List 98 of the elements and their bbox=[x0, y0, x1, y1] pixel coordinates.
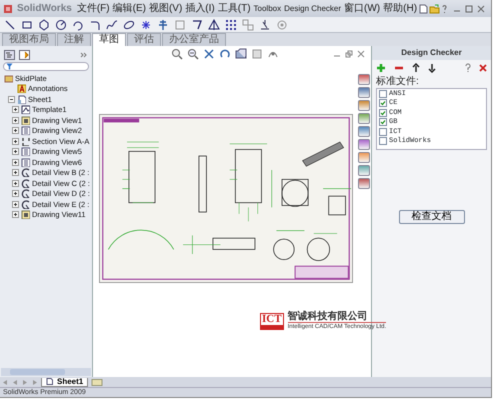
app-logo-icon bbox=[3, 4, 13, 14]
section-label: 标准文件: bbox=[375, 76, 420, 88]
command-tab[interactable]: 评估 bbox=[127, 33, 161, 46]
template-icon bbox=[21, 105, 30, 114]
checkbox[interactable] bbox=[379, 108, 387, 117]
restore-icon[interactable] bbox=[345, 50, 353, 58]
arc-icon[interactable] bbox=[72, 18, 84, 30]
menu-item[interactable]: 帮助(H) bbox=[382, 4, 418, 14]
task-pane-tab[interactable] bbox=[358, 87, 370, 98]
fillet-icon[interactable] bbox=[89, 18, 101, 30]
drawing-view-icon bbox=[21, 116, 30, 125]
filter-field[interactable] bbox=[3, 62, 89, 71]
help-icon[interactable] bbox=[441, 4, 448, 14]
dimension-icon[interactable] bbox=[259, 18, 271, 30]
task-pane-tab[interactable] bbox=[358, 126, 370, 137]
expand-toggle[interactable] bbox=[12, 211, 19, 218]
filter-icon bbox=[6, 63, 13, 70]
drawing-view-icon bbox=[21, 126, 30, 136]
task-pane-tab[interactable] bbox=[358, 100, 370, 111]
detail-view-icon bbox=[21, 178, 30, 188]
checkbox[interactable] bbox=[379, 99, 387, 108]
sheet-icon bbox=[17, 94, 26, 104]
rotate-icon[interactable] bbox=[219, 48, 231, 60]
display-style-icon[interactable] bbox=[235, 48, 247, 60]
checkbox[interactable] bbox=[379, 90, 387, 98]
pan-icon[interactable] bbox=[203, 48, 215, 60]
expand-toggle[interactable] bbox=[12, 148, 19, 156]
maximize-icon[interactable] bbox=[465, 4, 474, 12]
expand-toggle[interactable] bbox=[12, 200, 19, 208]
close-icon[interactable] bbox=[357, 50, 365, 58]
command-tab[interactable]: 办公室产品 bbox=[162, 33, 226, 46]
ellipse-icon[interactable] bbox=[123, 18, 135, 30]
expand-toggle[interactable] bbox=[12, 127, 19, 134]
expand-toggle[interactable] bbox=[12, 158, 19, 166]
add-icon[interactable] bbox=[376, 63, 386, 73]
task-pane-tab[interactable] bbox=[358, 139, 370, 150]
task-pane-tab[interactable] bbox=[358, 74, 370, 85]
pattern-icon[interactable] bbox=[225, 18, 237, 30]
command-tab[interactable]: 视图布局 bbox=[2, 33, 56, 46]
circle-icon[interactable] bbox=[55, 18, 67, 30]
feature-tree-tab-icon[interactable] bbox=[4, 50, 15, 60]
line-icon[interactable] bbox=[4, 18, 16, 30]
expand-toggle[interactable] bbox=[12, 169, 19, 176]
panel-title: Design Checker bbox=[372, 46, 491, 60]
expand-toggle[interactable] bbox=[12, 138, 19, 145]
menu-item[interactable]: Design Checker bbox=[283, 4, 342, 12]
menu-item[interactable]: 编辑(E) bbox=[112, 4, 147, 14]
menu-item[interactable]: 窗口(W) bbox=[343, 4, 382, 14]
command-tab[interactable]: 注解 bbox=[57, 33, 91, 46]
property-tab-icon[interactable] bbox=[19, 50, 30, 60]
task-pane-tab[interactable] bbox=[358, 178, 370, 189]
spline-icon[interactable] bbox=[106, 18, 118, 30]
detail-view-icon bbox=[21, 168, 30, 178]
command-tab[interactable]: 草图 bbox=[92, 33, 126, 46]
task-pane-tab[interactable] bbox=[358, 152, 370, 163]
close-icon[interactable] bbox=[477, 4, 486, 12]
rectangle-icon[interactable] bbox=[21, 18, 33, 30]
expand-toggle[interactable] bbox=[12, 116, 19, 124]
check-document-button[interactable]: 检查文档 bbox=[398, 210, 464, 224]
logo-text: ICT bbox=[261, 314, 283, 324]
part-icon bbox=[4, 74, 13, 83]
zoom-to-fit-icon[interactable] bbox=[171, 48, 183, 60]
drawing-view-icon bbox=[21, 210, 30, 220]
mirror-icon[interactable] bbox=[208, 18, 220, 30]
centerline-icon[interactable] bbox=[157, 18, 169, 30]
menu-item[interactable]: 插入(I) bbox=[184, 4, 216, 14]
detail-view-icon bbox=[21, 200, 30, 209]
checkbox[interactable] bbox=[379, 137, 387, 146]
new-document-icon[interactable] bbox=[419, 4, 428, 14]
app-logo: SolidWorks bbox=[17, 2, 72, 16]
expand-toggle[interactable] bbox=[12, 190, 19, 198]
task-pane-tab[interactable] bbox=[358, 113, 370, 124]
drawing-view-icon bbox=[21, 147, 30, 156]
detail-view-icon bbox=[21, 189, 30, 198]
close-icon[interactable] bbox=[479, 64, 487, 72]
menu-item[interactable]: 视图(V) bbox=[148, 4, 184, 14]
point-icon[interactable] bbox=[140, 18, 152, 30]
section-view-icon bbox=[21, 136, 30, 146]
zoom-area-icon[interactable] bbox=[187, 48, 199, 60]
task-pane-tab[interactable] bbox=[358, 165, 370, 176]
expand-icon[interactable] bbox=[80, 51, 88, 59]
annotations-icon bbox=[17, 84, 26, 94]
sheet-tab[interactable]: Sheet1 bbox=[41, 378, 88, 386]
trim-icon[interactable] bbox=[191, 18, 203, 30]
drawing-view-icon bbox=[21, 158, 30, 167]
expand-toggle[interactable] bbox=[12, 180, 19, 187]
collapse-toggle[interactable] bbox=[8, 96, 15, 103]
menu-item[interactable]: 工具(T) bbox=[216, 4, 252, 14]
help-icon[interactable] bbox=[465, 63, 471, 73]
move-up-icon[interactable] bbox=[412, 63, 420, 73]
menu-item[interactable]: 文件(F) bbox=[76, 4, 111, 14]
polygon-icon[interactable] bbox=[38, 18, 50, 30]
checkbox[interactable] bbox=[379, 128, 387, 136]
checkbox[interactable] bbox=[379, 118, 387, 126]
expand-toggle[interactable] bbox=[12, 106, 19, 114]
move-down-icon[interactable] bbox=[428, 63, 436, 73]
menu-item[interactable]: Toolbox bbox=[252, 4, 282, 12]
horizontal-scrollbar[interactable] bbox=[1, 368, 91, 376]
